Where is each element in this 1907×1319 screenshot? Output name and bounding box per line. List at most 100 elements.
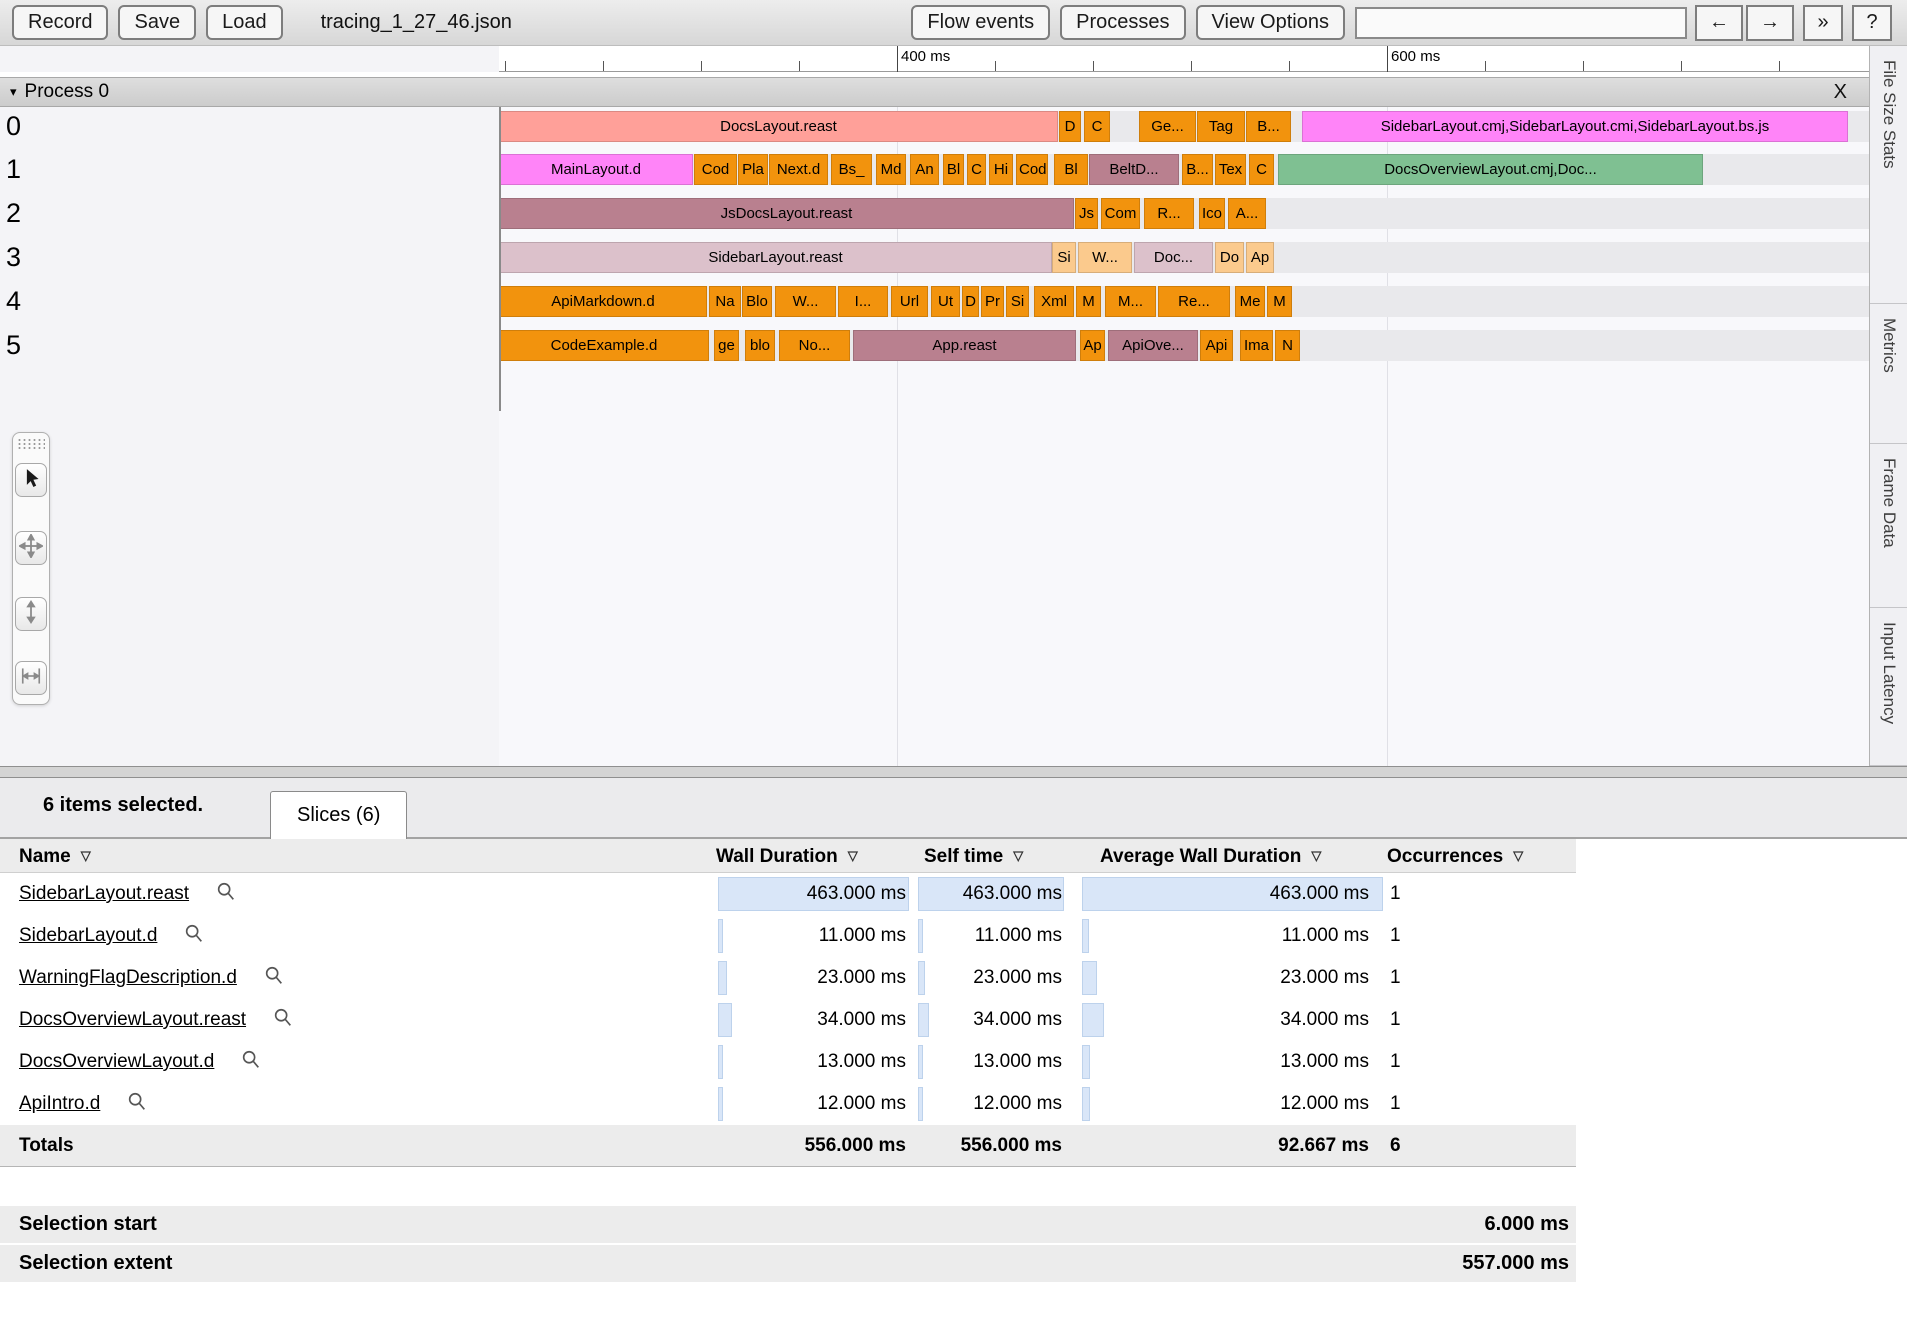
- timeline-slice[interactable]: Bl: [943, 154, 964, 185]
- timeline-slice[interactable]: Ge...: [1139, 111, 1196, 142]
- record-button[interactable]: Record: [12, 5, 108, 40]
- timeline-slice[interactable]: Tex: [1215, 154, 1246, 185]
- timeline-slice[interactable]: Ap: [1246, 242, 1274, 273]
- timeline-slice[interactable]: Do: [1215, 242, 1244, 273]
- view-options-button[interactable]: View Options: [1196, 5, 1345, 40]
- timeline-slice[interactable]: B...: [1182, 154, 1213, 185]
- magnifier-icon[interactable]: [263, 961, 285, 1003]
- slice-name-link[interactable]: WarningFlagDescription.d: [19, 957, 285, 999]
- timeline-slice[interactable]: Ap: [1080, 330, 1105, 361]
- timeline-slice[interactable]: CodeExample.d: [499, 330, 709, 361]
- column-header-self-time[interactable]: Self time▽: [924, 839, 1023, 873]
- magnifier-icon[interactable]: [215, 877, 237, 919]
- sidebar-tab-file-size-stats[interactable]: File Size Stats: [1870, 46, 1907, 304]
- timeline-slice[interactable]: A...: [1228, 198, 1266, 229]
- find-previous-button[interactable]: ←: [1695, 5, 1743, 41]
- timeline-slice[interactable]: R...: [1144, 198, 1194, 229]
- find-next-button[interactable]: →: [1746, 5, 1794, 41]
- timeline-slice[interactable]: Ut: [931, 286, 960, 317]
- slice-name[interactable]: SidebarLayout.reast: [19, 883, 189, 904]
- flow-events-button[interactable]: Flow events: [911, 5, 1050, 40]
- timeline-slice[interactable]: Me: [1235, 286, 1265, 317]
- timeline-slice[interactable]: SidebarLayout.reast: [499, 242, 1052, 273]
- pan-tool-button[interactable]: [15, 531, 47, 565]
- sort-arrow-icon[interactable]: ▽: [1311, 848, 1321, 863]
- timeline-slice[interactable]: Cod: [694, 154, 737, 185]
- close-process-button[interactable]: X: [1834, 78, 1847, 108]
- timeline-slice[interactable]: Bs_: [831, 154, 872, 185]
- column-header-occurrences[interactable]: Occurrences▽: [1387, 839, 1523, 873]
- magnifier-icon[interactable]: [126, 1087, 148, 1129]
- timeline-slice[interactable]: ApiOve...: [1108, 330, 1198, 361]
- sort-arrow-icon[interactable]: ▽: [81, 848, 91, 863]
- slice-name-link[interactable]: SidebarLayout.reast: [19, 873, 237, 915]
- tab-slices[interactable]: Slices (6): [270, 791, 407, 839]
- palette-drag-grip[interactable]: [17, 438, 45, 450]
- processes-button[interactable]: Processes: [1060, 5, 1185, 40]
- sidebar-tab-frame-data[interactable]: Frame Data: [1870, 444, 1907, 608]
- timeline-slice[interactable]: No...: [779, 330, 850, 361]
- timeline-slice[interactable]: ApiMarkdown.d: [499, 286, 707, 317]
- timeline-slice[interactable]: W...: [775, 286, 836, 317]
- timeline-slice[interactable]: B...: [1246, 111, 1291, 142]
- slice-name[interactable]: ApiIntro.d: [19, 1093, 100, 1114]
- timeline-slice[interactable]: Xml: [1034, 286, 1074, 317]
- selection-tool-button[interactable]: [15, 463, 47, 497]
- sort-arrow-icon[interactable]: ▽: [1513, 848, 1523, 863]
- timeline-slice[interactable]: M: [1076, 286, 1101, 317]
- collapse-arrow-icon[interactable]: ▾: [10, 84, 17, 100]
- help-button[interactable]: ?: [1852, 5, 1892, 41]
- timeline-slice[interactable]: BeltD...: [1089, 154, 1179, 185]
- column-header-average-wall-duration[interactable]: Average Wall Duration▽: [1100, 839, 1321, 873]
- timeline-slice[interactable]: Ima: [1240, 330, 1273, 361]
- timeline-slice[interactable]: Js: [1075, 198, 1098, 229]
- find-input[interactable]: [1355, 7, 1687, 39]
- slice-name-link[interactable]: ApiIntro.d: [19, 1083, 148, 1125]
- slice-name[interactable]: DocsOverviewLayout.reast: [19, 1009, 246, 1030]
- timeline-slice[interactable]: An: [910, 154, 939, 185]
- timeline-slice[interactable]: SidebarLayout.cmj,SidebarLayout.cmi,Side…: [1302, 111, 1848, 142]
- timeline-slice[interactable]: I...: [838, 286, 888, 317]
- timeline-slice[interactable]: Pla: [738, 154, 768, 185]
- timeline-slice[interactable]: Url: [891, 286, 928, 317]
- timeline-slice[interactable]: ge: [714, 330, 739, 361]
- magnifier-icon[interactable]: [272, 1003, 294, 1045]
- timeline-slice[interactable]: Next.d: [769, 154, 828, 185]
- timeline-slice[interactable]: Md: [876, 154, 906, 185]
- timeline-slice[interactable]: App.reast: [853, 330, 1076, 361]
- slice-name-link[interactable]: DocsOverviewLayout.reast: [19, 999, 294, 1041]
- timeline-slice[interactable]: Api: [1200, 330, 1233, 361]
- timeline-slice[interactable]: M...: [1105, 286, 1156, 317]
- timeline-slice[interactable]: Cod: [1016, 154, 1048, 185]
- timeline-slice[interactable]: M: [1267, 286, 1292, 317]
- slice-name[interactable]: DocsOverviewLayout.d: [19, 1051, 214, 1072]
- timeline-slice[interactable]: Pr: [981, 286, 1004, 317]
- timeline-slice[interactable]: Tag: [1197, 111, 1245, 142]
- sidebar-tab-metrics[interactable]: Metrics: [1870, 304, 1907, 444]
- timeline-slice[interactable]: Hi: [989, 154, 1013, 185]
- sort-arrow-icon[interactable]: ▽: [1013, 848, 1023, 863]
- timeline-slice[interactable]: C: [967, 154, 986, 185]
- timeline-slice[interactable]: Si: [1052, 242, 1076, 273]
- slice-name[interactable]: SidebarLayout.d: [19, 925, 157, 946]
- timeline-slice[interactable]: DocsLayout.reast: [499, 111, 1058, 142]
- column-header-wall-duration[interactable]: Wall Duration▽: [716, 839, 858, 873]
- timeline-slice[interactable]: W...: [1078, 242, 1132, 273]
- timeline-slice[interactable]: Si: [1006, 286, 1029, 317]
- timeline-slice[interactable]: Bl: [1054, 154, 1088, 185]
- timeline-slice[interactable]: Blo: [742, 286, 772, 317]
- sort-arrow-icon[interactable]: ▽: [848, 848, 858, 863]
- load-button[interactable]: Load: [206, 5, 283, 40]
- zoom-tool-button[interactable]: [15, 597, 47, 631]
- timeline-slice[interactable]: D: [1059, 111, 1081, 142]
- timeline-slice[interactable]: Re...: [1158, 286, 1230, 317]
- timeline-slice[interactable]: C: [1084, 111, 1110, 142]
- slice-name-link[interactable]: DocsOverviewLayout.d: [19, 1041, 262, 1083]
- timeline-slice[interactable]: D: [962, 286, 979, 317]
- timeline-slice[interactable]: MainLayout.d: [499, 154, 693, 185]
- column-header-name[interactable]: Name▽: [19, 839, 91, 873]
- magnifier-icon[interactable]: [183, 919, 205, 961]
- sidebar-tab-input-latency[interactable]: Input Latency: [1870, 608, 1907, 766]
- panel-splitter[interactable]: [0, 766, 1907, 778]
- process-0-header[interactable]: ▾ Process 0 X: [0, 77, 1869, 107]
